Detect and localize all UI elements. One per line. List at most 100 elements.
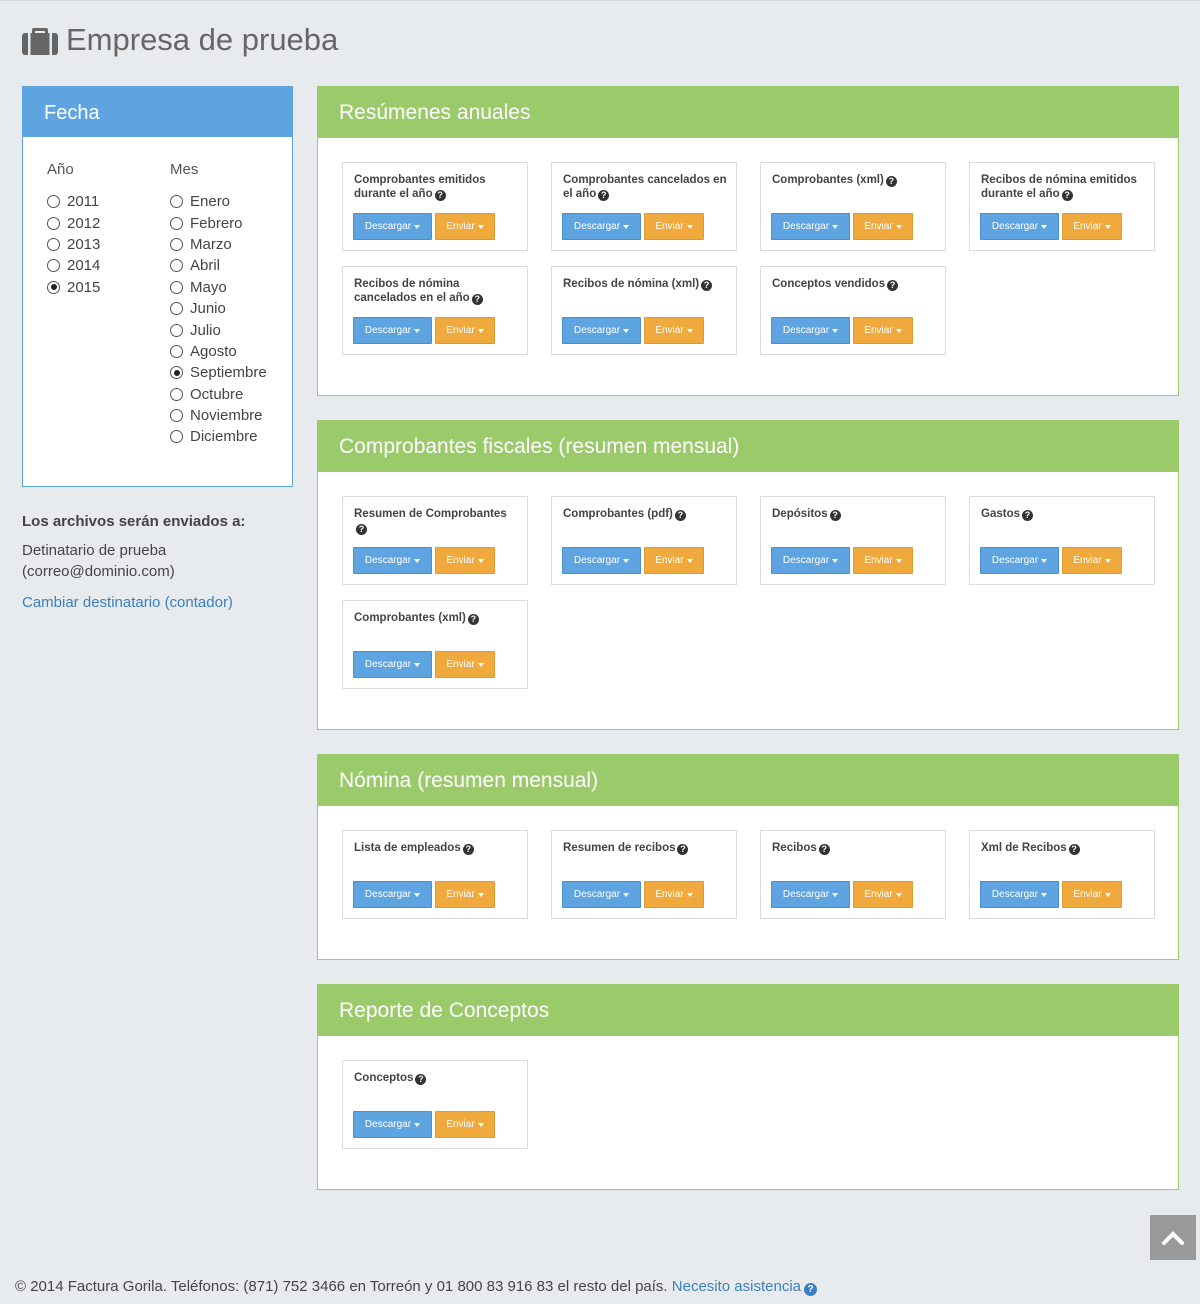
- month-option[interactable]: Octubre: [170, 384, 290, 405]
- download-button[interactable]: Descargar: [771, 881, 850, 908]
- send-button[interactable]: Enviar: [435, 1111, 495, 1138]
- caret-down-icon: [1041, 558, 1048, 563]
- year-option[interactable]: 2014: [47, 255, 170, 276]
- send-button[interactable]: Enviar: [435, 651, 495, 678]
- year-option[interactable]: 2012: [47, 212, 170, 233]
- month-option[interactable]: Abril: [170, 255, 290, 276]
- send-button[interactable]: Enviar: [853, 213, 913, 240]
- question-circle-icon[interactable]: ?: [462, 844, 474, 855]
- report-card: Comprobantes emitidos durante el año? Des…: [342, 162, 528, 251]
- caret-down-icon: [832, 224, 839, 229]
- question-circle-icon[interactable]: ?: [471, 294, 483, 305]
- download-button[interactable]: Descargar: [353, 213, 432, 240]
- scroll-to-top-button[interactable]: [1150, 1215, 1196, 1260]
- download-button[interactable]: Descargar: [562, 547, 641, 574]
- send-button[interactable]: Enviar: [853, 881, 913, 908]
- radio-button[interactable]: [170, 237, 183, 251]
- question-circle-icon[interactable]: ?: [467, 614, 479, 625]
- send-button[interactable]: Enviar: [435, 881, 495, 908]
- year-option[interactable]: 2013: [47, 234, 170, 255]
- question-circle-icon[interactable]: ?: [434, 190, 446, 201]
- month-option[interactable]: Junio: [170, 298, 290, 319]
- radio-button[interactable]: [170, 216, 183, 230]
- month-option[interactable]: Mayo: [170, 277, 290, 298]
- change-recipient-link[interactable]: Cambiar destinatario (contador): [22, 594, 293, 611]
- download-button[interactable]: Descargar: [353, 1111, 432, 1138]
- question-circle-icon[interactable]: ?: [829, 510, 841, 521]
- month-option[interactable]: Enero: [170, 191, 290, 212]
- report-card-label: Comprobantes cancelados en el año: [563, 174, 727, 200]
- month-option[interactable]: Septiembre: [170, 362, 290, 383]
- year-option[interactable]: 2015: [47, 277, 170, 298]
- date-panel: Fecha Año 2011 2012 2013 2014 2015 Mes Enero…: [22, 86, 293, 487]
- download-button[interactable]: Descargar: [353, 651, 432, 678]
- send-button[interactable]: Enviar: [435, 213, 495, 240]
- radio-button[interactable]: [47, 195, 60, 209]
- question-circle-icon[interactable]: ?: [1068, 844, 1080, 855]
- report-card-title: Resumen de recibos?: [563, 841, 728, 855]
- question-circle-icon[interactable]: ?: [818, 844, 830, 855]
- month-option-label: Septiembre: [190, 364, 267, 382]
- caret-down-icon: [477, 224, 484, 229]
- radio-button[interactable]: [170, 259, 183, 273]
- radio-button[interactable]: [170, 366, 183, 380]
- send-button[interactable]: Enviar: [435, 317, 495, 344]
- help-link[interactable]: Necesito asistencia?: [672, 1278, 818, 1296]
- radio-button[interactable]: [47, 259, 60, 273]
- radio-button[interactable]: [170, 323, 183, 337]
- question-circle-icon[interactable]: ?: [1061, 190, 1073, 201]
- month-option[interactable]: Julio: [170, 319, 290, 340]
- radio-button[interactable]: [47, 216, 60, 230]
- download-button[interactable]: Descargar: [980, 213, 1059, 240]
- download-button[interactable]: Descargar: [980, 881, 1059, 908]
- send-button[interactable]: Enviar: [1062, 881, 1122, 908]
- radio-button[interactable]: [170, 387, 183, 401]
- question-circle-icon[interactable]: ?: [885, 176, 897, 187]
- download-button[interactable]: Descargar: [562, 317, 641, 344]
- radio-button[interactable]: [170, 195, 183, 209]
- send-button[interactable]: Enviar: [644, 317, 704, 344]
- download-button[interactable]: Descargar: [562, 213, 641, 240]
- send-button[interactable]: Enviar: [644, 881, 704, 908]
- month-option[interactable]: Noviembre: [170, 405, 290, 426]
- month-option[interactable]: Diciembre: [170, 426, 290, 447]
- question-circle-icon[interactable]: ?: [674, 510, 686, 521]
- download-button[interactable]: Descargar: [353, 317, 432, 344]
- caret-down-icon: [895, 558, 902, 563]
- month-option[interactable]: Febrero: [170, 212, 290, 233]
- question-circle-icon[interactable]: ?: [887, 280, 899, 291]
- download-button[interactable]: Descargar: [771, 547, 850, 574]
- question-circle-icon[interactable]: ?: [701, 280, 713, 291]
- radio-button[interactable]: [170, 344, 183, 358]
- report-card: Recibos de nómina emitidos durante el añ…: [969, 162, 1155, 251]
- question-circle-icon[interactable]: ?: [415, 1074, 427, 1085]
- download-button[interactable]: Descargar: [771, 317, 850, 344]
- question-circle-icon[interactable]: ?: [598, 190, 610, 201]
- download-button[interactable]: Descargar: [980, 547, 1059, 574]
- download-button[interactable]: Descargar: [353, 547, 432, 574]
- question-circle-icon[interactable]: ?: [1022, 510, 1033, 521]
- radio-button[interactable]: [47, 280, 60, 294]
- download-button[interactable]: Descargar: [562, 881, 641, 908]
- question-circle-icon[interactable]: ?: [356, 524, 367, 535]
- send-button[interactable]: Enviar: [853, 547, 913, 574]
- month-option[interactable]: Marzo: [170, 234, 290, 255]
- month-option[interactable]: Agosto: [170, 341, 290, 362]
- question-circle-icon[interactable]: ?: [677, 844, 689, 855]
- send-button[interactable]: Enviar: [644, 547, 704, 574]
- download-button[interactable]: Descargar: [771, 213, 850, 240]
- radio-button[interactable]: [47, 237, 60, 251]
- send-button[interactable]: Enviar: [853, 317, 913, 344]
- send-button[interactable]: Enviar: [644, 213, 704, 240]
- caret-down-icon: [686, 224, 693, 229]
- year-option[interactable]: 2011: [47, 191, 170, 212]
- section-title: Comprobantes fiscales (resumen mensual): [318, 421, 1178, 472]
- send-button[interactable]: Enviar: [1062, 213, 1122, 240]
- radio-button[interactable]: [170, 302, 183, 316]
- send-button[interactable]: Enviar: [435, 547, 495, 574]
- radio-button[interactable]: [170, 430, 183, 444]
- send-button[interactable]: Enviar: [1062, 547, 1122, 574]
- download-button[interactable]: Descargar: [353, 881, 432, 908]
- radio-button[interactable]: [170, 409, 183, 423]
- radio-button[interactable]: [170, 280, 183, 294]
